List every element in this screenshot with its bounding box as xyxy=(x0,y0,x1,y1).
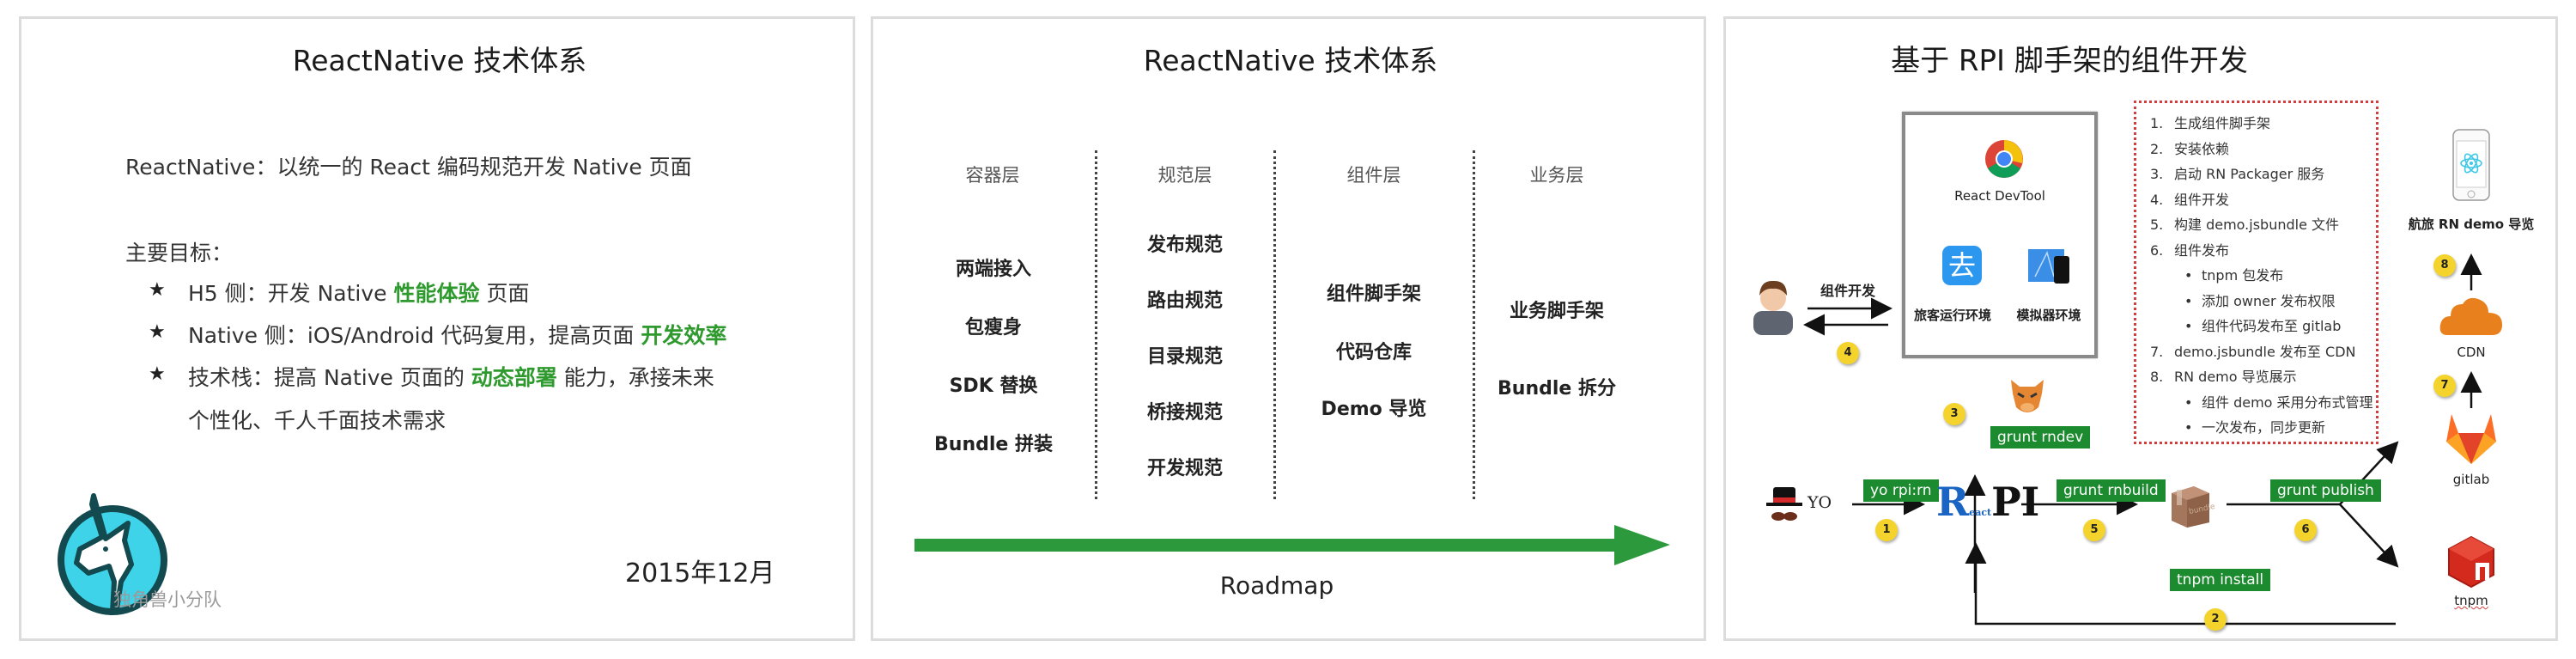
chrome-icon xyxy=(1984,139,2024,179)
react-devtool-label: React DevTool xyxy=(1954,188,2045,204)
command-grunt-rndev: grunt rndev xyxy=(1990,426,2091,448)
developer-label: 组件开发 xyxy=(1820,283,1876,299)
step-badge-5: 5 xyxy=(2083,519,2105,541)
step-badge-8: 8 xyxy=(2433,254,2456,277)
step-list-item: 5. 构建 demo.jsbundle 文件 xyxy=(2150,217,2340,233)
roadmap-label: Roadmap xyxy=(1219,571,1334,600)
star-bullet-icon: ★ xyxy=(149,363,166,385)
column-header-container: 容器层 xyxy=(965,165,1020,186)
cdn-label: CDN xyxy=(2457,345,2486,360)
column-divider xyxy=(1473,150,1475,499)
column-item: SDK 替换 xyxy=(949,375,1038,397)
slide-title: ReactNative 技术体系 xyxy=(1143,44,1438,77)
column-header-business: 业务层 xyxy=(1529,165,1584,186)
yeoman-icon xyxy=(1765,487,1804,525)
bundle-box-icon: bundle xyxy=(2168,483,2216,528)
column-item: 业务脚手架 xyxy=(1509,301,1605,322)
dev-environment-box: React DevTool 去 旅客运行环境 模拟器环境 xyxy=(1902,112,2098,358)
goal-highlight: 动态部署 xyxy=(471,365,557,390)
column-item: Demo 导览 xyxy=(1321,399,1427,420)
column-item: 代码仓库 xyxy=(1335,342,1413,363)
step-list-subitem: • tnpm 包发布 xyxy=(2184,267,2284,284)
slide-tech-layers: ReactNative 技术体系 容器层 两端接入 包瘦身 SDK 替换 Bun… xyxy=(871,16,1706,641)
column-item: 路由规范 xyxy=(1146,290,1224,312)
column-item: Bundle 拆分 xyxy=(1498,378,1616,400)
step-list-item: 3. 启动 RN Packager 服务 xyxy=(2150,166,2325,182)
goal-text: 技术栈：提高 Native 页面的 动态部署 能力，承接未来 xyxy=(188,365,714,390)
step-list-item: 1. 生成组件脚手架 xyxy=(2150,115,2271,131)
step-badge-6: 6 xyxy=(2294,519,2317,541)
step-list-item: 2. 安装依赖 xyxy=(2150,140,2230,157)
goal-item: ★ 技术栈：提高 Native 页面的 动态部署 能力，承接未来 个性化、千人千… xyxy=(149,363,714,433)
star-bullet-icon: ★ xyxy=(149,279,166,301)
step-list-item: 4. 组件开发 xyxy=(2150,191,2230,208)
goal-text-continued: 个性化、千人千面技术需求 xyxy=(188,408,447,433)
step-list-subitem: • 添加 owner 发布权限 xyxy=(2184,292,2336,309)
column-header-component: 组件层 xyxy=(1346,165,1401,186)
step-list-item: 8. RN demo 导览展示 xyxy=(2150,369,2297,385)
gitlab-label: gitlab xyxy=(2452,472,2490,487)
column-item: 组件脚手架 xyxy=(1326,284,1422,305)
command-tnpm-install: tnpm install xyxy=(2170,569,2271,591)
column-item: 发布规范 xyxy=(1146,235,1224,256)
logo-text: 独角兽小分队 xyxy=(113,589,222,610)
goal-highlight: 性能体验 xyxy=(393,281,480,306)
column-item: Bundle 拼装 xyxy=(934,434,1053,455)
slide-react-native-overview: ReactNative 技术体系 ReactNative：以统一的 React … xyxy=(19,16,855,641)
roadmap-arrow-icon xyxy=(914,525,1670,568)
step-badge-1: 1 xyxy=(1875,519,1898,541)
goal-highlight: 开发效率 xyxy=(641,323,727,348)
goal-text: Native 侧：iOS/Android 代码复用，提高页面 开发效率 xyxy=(188,323,727,348)
step-list-subitem: • 组件代码发布至 gitlab xyxy=(2184,318,2342,334)
date-text: 2015年12月 xyxy=(625,558,775,589)
goal-text: H5 侧：开发 Native 性能体验 页面 xyxy=(188,281,530,306)
column-item: 开发规范 xyxy=(1146,458,1224,479)
step-badge-7: 7 xyxy=(2433,375,2456,397)
gitlab-icon xyxy=(2445,412,2498,466)
step-badge-2: 2 xyxy=(2204,608,2227,631)
step-list-item: 7. demo.jsbundle 发布至 CDN xyxy=(2150,343,2356,360)
goal-item: ★ H5 侧：开发 Native 性能体验 页面 xyxy=(149,279,529,306)
column-divider xyxy=(1095,150,1097,499)
slide-title: ReactNative 技术体系 xyxy=(292,44,587,77)
step-list-item: 6. 组件发布 xyxy=(2150,241,2230,259)
phone-icon xyxy=(2452,129,2490,201)
arrow-to-tnpm xyxy=(2339,503,2399,568)
traveler-env-label: 旅客运行环境 xyxy=(1913,308,1992,323)
cdn-cloud-icon xyxy=(2439,296,2504,337)
command-grunt-publish: grunt publish xyxy=(2270,479,2381,502)
phone-demo-label: 航旅 RN demo 导览 xyxy=(2408,217,2535,232)
rpi-logo: ReactPI xyxy=(1936,479,2040,525)
tnpm-label: tnpm xyxy=(2454,593,2488,608)
intro-text: ReactNative：以统一的 React 编码规范开发 Native 页面 xyxy=(125,155,692,180)
tnpm-cube-icon xyxy=(2447,535,2495,589)
column-item: 目录规范 xyxy=(1146,346,1224,368)
goal-item: ★ Native 侧：iOS/Android 代码复用，提高页面 开发效率 xyxy=(149,321,726,348)
traveler-app-icon: 去 xyxy=(1942,246,1982,285)
slide-rpi-scaffold: 基于 RPI 脚手架的组件开发 组件开发 4 React DevTool 去 旅… xyxy=(1723,16,2558,641)
command-grunt-rnbuild: grunt rnbuild xyxy=(2057,479,2166,502)
goals-heading: 主要目标： xyxy=(125,241,234,265)
yo-label: YO xyxy=(1807,493,1832,512)
command-yo-rpi: yo rpi:rn xyxy=(1863,479,1939,502)
step-list-subitem: • 组件 demo 采用分布式管理 xyxy=(2184,394,2373,411)
column-header-spec: 规范层 xyxy=(1157,165,1212,186)
step-badge-4: 4 xyxy=(1837,342,1859,364)
simulator-env-label: 模拟器环境 xyxy=(2016,308,2081,323)
column-divider xyxy=(1273,150,1276,499)
step-badge-3: 3 xyxy=(1943,403,1965,425)
star-bullet-icon: ★ xyxy=(149,321,166,343)
developer-avatar-icon xyxy=(1752,277,1795,335)
column-item: 两端接入 xyxy=(955,259,1032,280)
step-list: 1. 生成组件脚手架 2. 安装依赖 3. 启动 RN Packager 服务 4. 组件开发… xyxy=(2134,101,2379,444)
column-item: 桥接规范 xyxy=(1146,402,1224,424)
step-list-subitem: • 一次发布，同步更新 xyxy=(2184,419,2326,436)
simulator-icon xyxy=(2028,246,2073,285)
column-item: 包瘦身 xyxy=(964,317,1023,339)
grunt-logo-icon xyxy=(2008,376,2047,418)
